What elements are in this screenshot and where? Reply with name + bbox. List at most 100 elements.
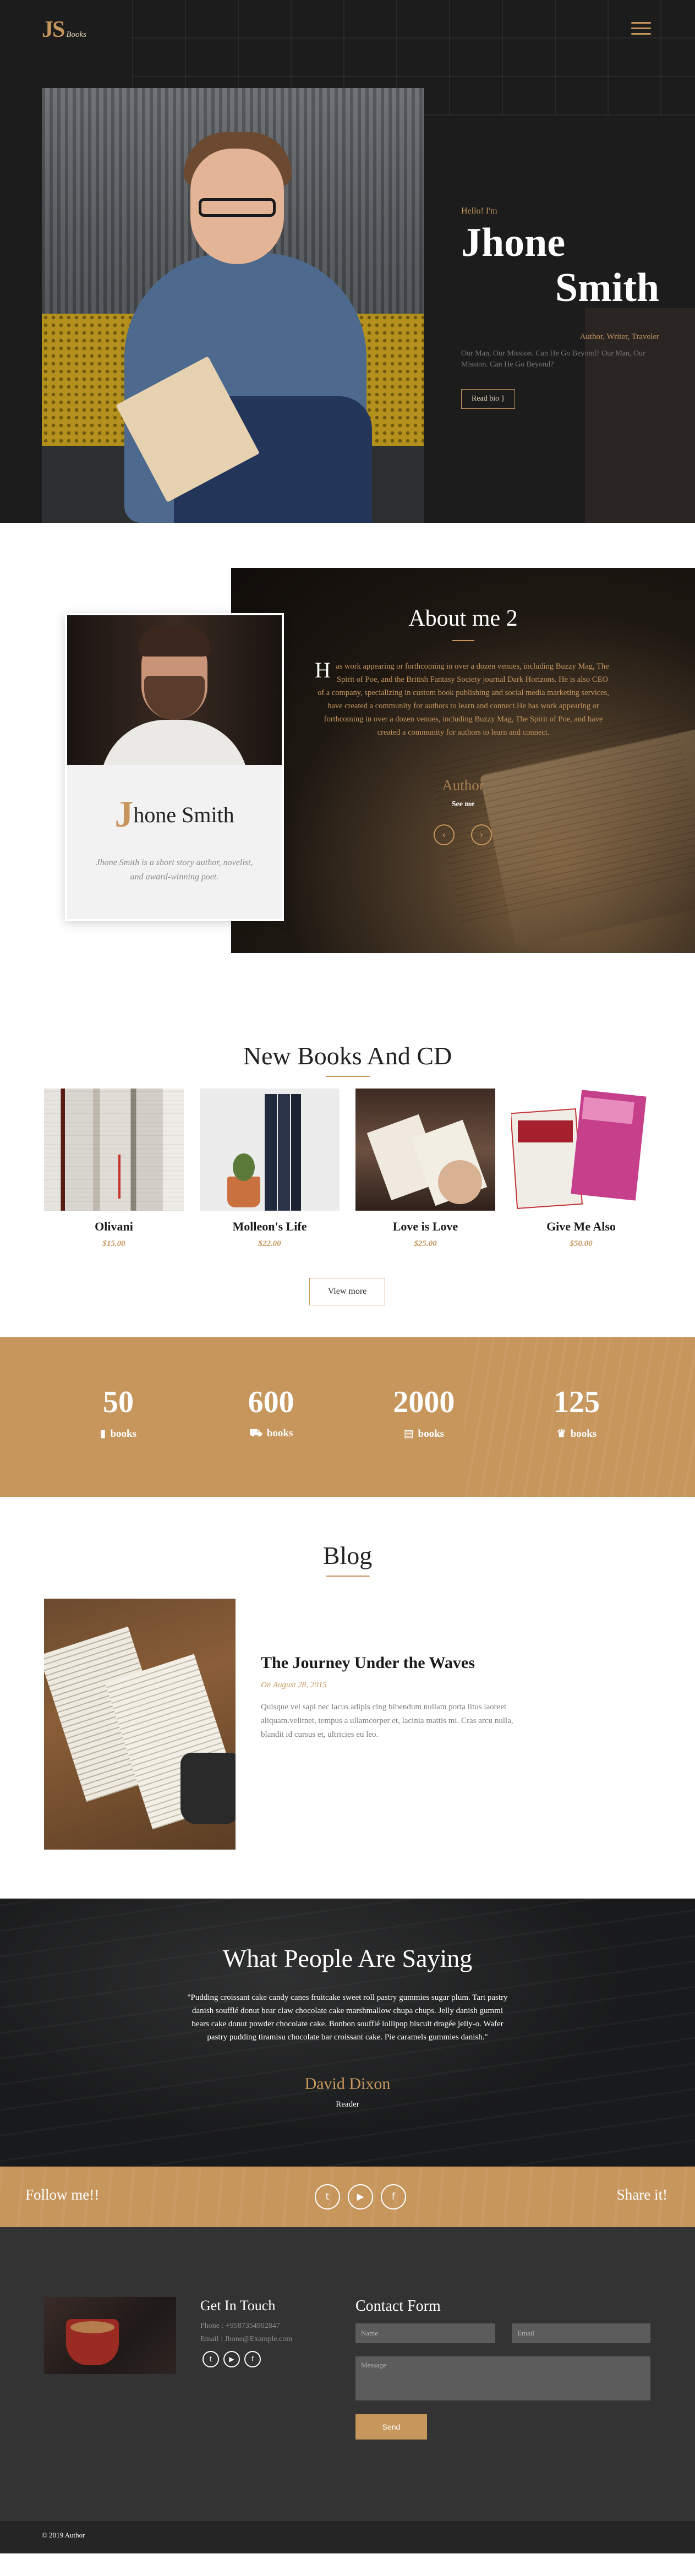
stat-value: 600 bbox=[248, 1385, 294, 1419]
footer: Get In Touch Phone : +9587354902847 Emai… bbox=[0, 2227, 695, 2553]
hamburger-menu-icon[interactable] bbox=[631, 22, 651, 37]
book-price: $15.00 bbox=[102, 1239, 125, 1248]
about-body: H as work appearing or forthcoming in ov… bbox=[315, 658, 612, 740]
hero-section: JS Books Hello! I'm Jhone Smith Author, … bbox=[0, 0, 695, 523]
trophy-icon: ♛ bbox=[556, 1428, 566, 1440]
profile-description: Jhone Smith is a short story author, nov… bbox=[96, 858, 253, 882]
stat-label: ▤ books bbox=[360, 1428, 487, 1440]
chevron-left-icon[interactable]: ‹ bbox=[434, 824, 455, 845]
see-more-link[interactable]: See me bbox=[231, 800, 695, 809]
title-divider bbox=[325, 1576, 370, 1577]
profile-name-initial: J bbox=[114, 793, 134, 835]
follow-me-text: Follow me!! bbox=[25, 2186, 100, 2203]
book-icon: ▮ bbox=[100, 1428, 106, 1440]
contact-form-title: Contact Form bbox=[355, 2298, 441, 2315]
books-grid: Olivani $15.00 Molleon's Life $22.00 Lov… bbox=[44, 1089, 651, 1249]
stats-section: 50 ▮ books 600 ⛟ books 2000 ▤ books 125 ♛ bo… bbox=[0, 1337, 695, 1497]
contact-phone: Phone : +9587354902847 bbox=[200, 2322, 280, 2330]
book-card[interactable]: Olivani $15.00 bbox=[44, 1089, 184, 1249]
twitter-icon[interactable]: t bbox=[315, 2184, 340, 2209]
about-title: About me 2 bbox=[408, 606, 518, 631]
stat-label: ♛ books bbox=[513, 1428, 640, 1440]
profile-card: Jhone Smith Jhone Smith is a short story… bbox=[65, 613, 284, 921]
hero-greeting: Hello! I'm bbox=[461, 206, 497, 216]
book-price: $22.00 bbox=[258, 1239, 281, 1248]
blog-post-image[interactable] bbox=[44, 1599, 236, 1850]
hero-text: Hello! I'm Jhone Smith Author, Writer, T… bbox=[461, 206, 659, 409]
footer-social-links: t ▶ f bbox=[203, 2351, 261, 2367]
book-price: $25.00 bbox=[414, 1239, 437, 1248]
about-body-text: as work appearing or forthcoming in over… bbox=[318, 662, 609, 737]
stat-label-text: books bbox=[418, 1428, 445, 1440]
stat-item: 125 ♛ books bbox=[513, 1385, 640, 1441]
author-hero-photo bbox=[42, 88, 424, 523]
testimonial-quote: "Pudding croissant cake candy canes frui… bbox=[187, 1993, 508, 2042]
logo-mark: JS bbox=[42, 17, 65, 42]
facebook-icon[interactable]: f bbox=[244, 2351, 261, 2367]
testimonial-name: David Dixon bbox=[304, 2075, 391, 2093]
facebook-icon[interactable]: f bbox=[381, 2184, 406, 2209]
stat-label: ▮ books bbox=[55, 1428, 182, 1440]
read-bio-button[interactable]: Read bio } bbox=[461, 389, 516, 409]
chevron-right-icon[interactable]: › bbox=[471, 824, 492, 845]
logo[interactable]: JS Books bbox=[42, 17, 86, 43]
title-divider bbox=[325, 1076, 370, 1077]
book-card[interactable]: Love is Love $25.00 bbox=[355, 1089, 495, 1249]
copyright-bar: © 2019 Author bbox=[0, 2521, 695, 2553]
profile-name: Jhone Smith bbox=[67, 792, 282, 836]
coffee-cup-image bbox=[44, 2297, 176, 2374]
contact-email[interactable]: Email : Jhone@Example.com bbox=[200, 2335, 292, 2344]
follow-bar: Follow me!! t ▶ f Share it! bbox=[0, 2167, 695, 2227]
blog-post-title[interactable]: The Journey Under the Waves bbox=[261, 1654, 475, 1672]
view-more-button[interactable]: View more bbox=[309, 1278, 385, 1305]
stat-item: 600 ⛟ books bbox=[208, 1385, 335, 1441]
blog-post-date: On August 28, 2015 bbox=[261, 1681, 327, 1689]
map-icon: ▤ bbox=[403, 1428, 414, 1440]
navbar: JS Books bbox=[0, 0, 695, 61]
youtube-icon[interactable]: ▶ bbox=[223, 2351, 240, 2367]
profile-name-rest: hone Smith bbox=[133, 802, 234, 827]
cart-icon: ⛟ bbox=[249, 1428, 262, 1439]
about-section: About me 2 H as work appearing or forthc… bbox=[0, 523, 695, 1024]
blog-post-excerpt: Quisque vel sapi nec lacus adipis cing b… bbox=[261, 1703, 513, 1739]
twitter-icon[interactable]: t bbox=[203, 2351, 219, 2367]
book-title: Give Me Also bbox=[546, 1219, 616, 1233]
about-drop-cap: H bbox=[315, 658, 331, 682]
testimonial-section: What People Are Saying "Pudding croissan… bbox=[0, 1899, 695, 2167]
testimonial-title: What People Are Saying bbox=[222, 1944, 473, 1972]
message-field[interactable] bbox=[355, 2356, 650, 2400]
copyright-text: © 2019 Author bbox=[42, 2531, 85, 2539]
email-field[interactable] bbox=[512, 2323, 650, 2343]
stats-grid: 50 ▮ books 600 ⛟ books 2000 ▤ books 125 ♛ bo… bbox=[55, 1385, 640, 1441]
testimonial-role: Reader bbox=[336, 2100, 359, 2109]
get-in-touch-title: Get In Touch bbox=[200, 2298, 276, 2314]
hero-first-name: Jhone bbox=[461, 220, 566, 265]
stat-value: 2000 bbox=[393, 1385, 455, 1419]
stat-item: 50 ▮ books bbox=[55, 1385, 182, 1441]
send-button[interactable]: Send bbox=[355, 2414, 427, 2440]
hero-last-name: Smith bbox=[555, 265, 659, 310]
book-card[interactable]: Molleon's Life $22.00 bbox=[200, 1089, 340, 1249]
blog-section: Blog The Journey Under the Waves On Augu… bbox=[0, 1497, 695, 1899]
social-links: t ▶ f bbox=[315, 2184, 406, 2209]
share-it-text: Share it! bbox=[616, 2186, 667, 2203]
youtube-icon[interactable]: ▶ bbox=[348, 2184, 373, 2209]
profile-photo bbox=[67, 615, 282, 765]
book-price: $50.00 bbox=[570, 1239, 593, 1248]
hero-roles: Author, Writer, Traveler bbox=[579, 332, 659, 341]
book-cover-image bbox=[200, 1089, 340, 1211]
books-title: New Books And CD bbox=[243, 1042, 452, 1070]
blog-title: Blog bbox=[322, 1541, 373, 1569]
book-cover-image bbox=[511, 1089, 651, 1211]
stat-label-text: books bbox=[570, 1428, 597, 1440]
books-section: New Books And CD Olivani $15.00 Molleon'… bbox=[0, 1024, 695, 1337]
book-card[interactable]: Give Me Also $50.00 bbox=[511, 1089, 651, 1249]
name-field[interactable] bbox=[355, 2323, 495, 2343]
stat-label-text: books bbox=[110, 1428, 136, 1440]
book-title: Olivani bbox=[95, 1219, 133, 1233]
stat-label-text: books bbox=[266, 1428, 293, 1439]
hero-description: Our Man, Our Mission. Can He Go Beyond? … bbox=[461, 349, 645, 369]
book-cover-image bbox=[44, 1089, 184, 1211]
book-title: Molleon's Life bbox=[232, 1219, 307, 1233]
book-cover-image bbox=[355, 1089, 495, 1211]
